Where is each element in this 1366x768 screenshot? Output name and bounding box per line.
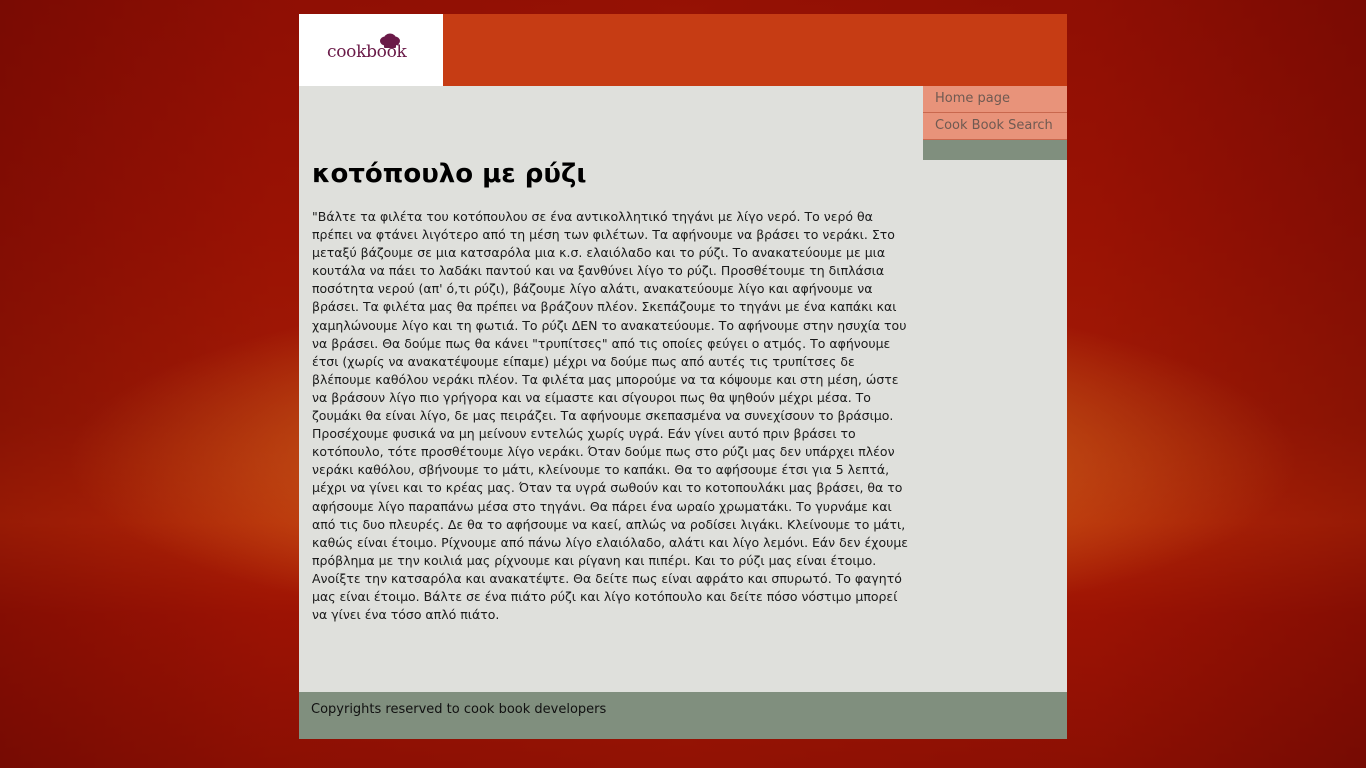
header-bar: cookbook	[299, 14, 1067, 86]
nav-item-home-page[interactable]: Home page	[923, 86, 1067, 113]
recipe-text: "Βάλτε τα φιλέτα του κοτόπουλου σε ένα α…	[312, 209, 909, 623]
footer-text: Copyrights reserved to cook book develop…	[311, 702, 607, 717]
side-nav: Home page Cook Book Search	[923, 86, 1067, 160]
page-title: κοτόπουλο με ρύζι	[312, 159, 587, 189]
main-content: κοτόπουλο με ρύζι "Βάλτε τα φιλέτα του κ…	[312, 154, 912, 624]
logo-text: cookbook	[327, 42, 407, 62]
footer: Copyrights reserved to cook book develop…	[299, 692, 1067, 739]
logo[interactable]: cookbook	[299, 14, 443, 86]
page-container: cookbook Home page Cook Book Search κοτό…	[299, 14, 1067, 739]
nav-item-cook-book-search[interactable]: Cook Book Search	[923, 113, 1067, 140]
nav-spacer	[923, 140, 1067, 160]
